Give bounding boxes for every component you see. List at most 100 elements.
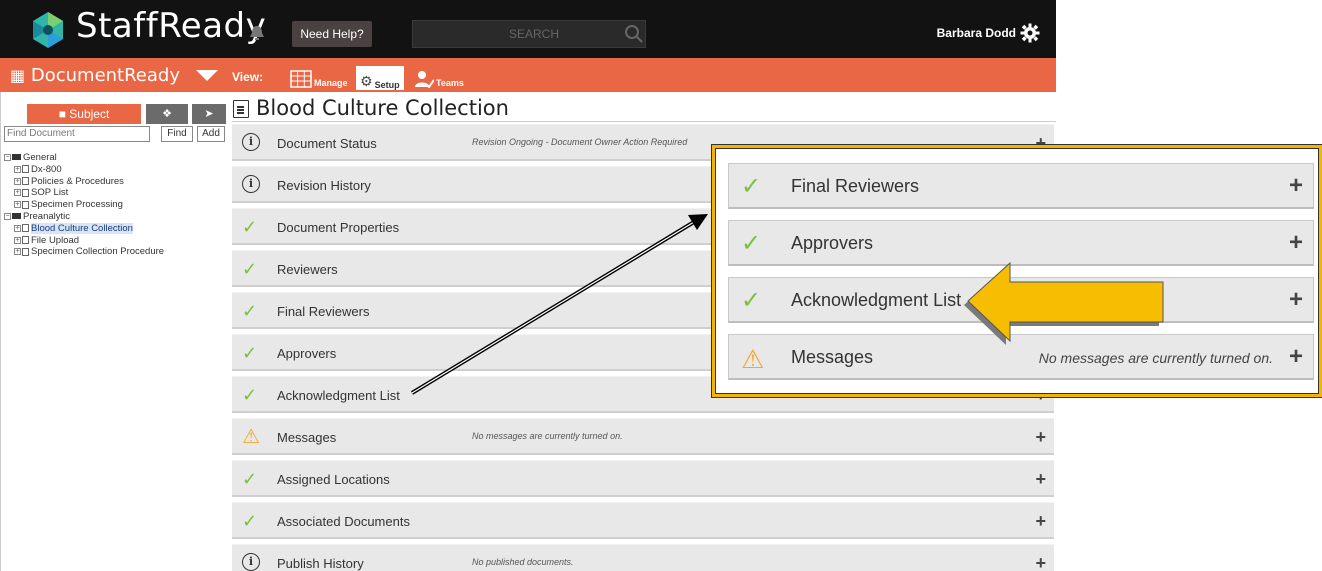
zoom-row-label: Approvers xyxy=(791,233,874,253)
section-label: Final Reviewers xyxy=(277,304,370,319)
expand-icon[interactable]: + xyxy=(14,165,21,173)
view-teams[interactable]: Teams xyxy=(414,68,464,88)
user-name[interactable]: Barbara Dodd xyxy=(937,26,1016,40)
section-associated-documents[interactable]: ✓ Associated Documents + xyxy=(232,502,1054,539)
section-label: Acknowledgment List xyxy=(277,388,400,403)
zoom-row-acknowledgment-list: ✓ Acknowledgment List + xyxy=(728,277,1314,323)
document-icon xyxy=(22,200,29,209)
page-title: Blood Culture Collection xyxy=(256,96,509,120)
section-label: Approvers xyxy=(277,346,337,361)
check-icon: ✓ xyxy=(741,287,762,314)
section-messages[interactable]: ⚠ Messages No messages are currently tur… xyxy=(232,418,1054,455)
info-icon: i xyxy=(242,553,260,571)
zoom-row-final-reviewers: ✓ Final Reviewers + xyxy=(728,163,1314,209)
top-bar: StaffReady Need Help? SEARCH Barbara Dod… xyxy=(0,0,1056,58)
expand-plus-icon[interactable]: + xyxy=(1035,427,1046,448)
check-icon: ✓ xyxy=(242,301,258,321)
zoom-row-approvers: ✓ Approvers + xyxy=(728,220,1314,266)
expand-plus-icon: + xyxy=(1288,343,1303,370)
tag-button[interactable]: ❖ xyxy=(146,104,188,124)
check-icon: ✓ xyxy=(242,259,258,279)
tree-folder[interactable]: − Preanalytic xyxy=(4,211,164,223)
view-teams-label: Teams xyxy=(436,78,464,88)
document-tree: − General + Dx-800 + Policies & Procedures … xyxy=(4,152,164,258)
document-icon xyxy=(22,188,29,197)
document-icon xyxy=(22,224,29,233)
section-label: Document Properties xyxy=(277,220,400,235)
section-label: Messages xyxy=(277,430,337,445)
module-bar: ▦ DocumentReady View: Manage ⚙ Setup Tea… xyxy=(0,58,1056,92)
staffready-logo-icon[interactable] xyxy=(28,10,68,50)
check-icon: ✓ xyxy=(242,511,258,531)
tree-item[interactable]: + Specimen Processing xyxy=(4,199,164,211)
search-icon[interactable] xyxy=(624,24,644,44)
gear-icon[interactable] xyxy=(1020,23,1040,43)
navigate-button[interactable]: ➤ xyxy=(192,104,226,124)
expand-icon[interactable]: + xyxy=(14,177,21,185)
find-document-input[interactable]: Find Document xyxy=(4,126,150,142)
view-setup[interactable]: ⚙ Setup xyxy=(356,66,404,90)
expand-plus-icon[interactable]: + xyxy=(1035,469,1046,490)
section-note: No published documents. xyxy=(472,557,574,567)
check-icon: ✓ xyxy=(242,385,258,405)
grid-icon: ▦ xyxy=(10,66,26,85)
need-help-button[interactable]: Need Help? xyxy=(292,21,372,47)
section-label: Assigned Locations xyxy=(277,472,390,487)
module-name: DocumentReady xyxy=(30,65,180,86)
collapse-icon[interactable]: − xyxy=(4,153,11,161)
section-publish-history[interactable]: i Publish History No published documents… xyxy=(232,544,1054,571)
document-icon xyxy=(22,177,29,186)
warning-icon: ⚠ xyxy=(242,426,260,448)
expand-icon[interactable]: + xyxy=(14,201,21,209)
tree-item-selected[interactable]: + Blood Culture Collection xyxy=(4,222,164,235)
expand-plus-icon[interactable]: + xyxy=(1035,553,1046,571)
tree-item[interactable]: + Specimen Collection Procedure xyxy=(4,246,164,258)
check-icon: ✓ xyxy=(242,217,258,237)
view-manage-label: Manage xyxy=(314,78,348,88)
tree-folder[interactable]: − General xyxy=(4,152,164,164)
expand-icon[interactable]: + xyxy=(14,236,21,244)
module-selector[interactable]: ▦ DocumentReady xyxy=(10,65,180,86)
add-button[interactable]: Add xyxy=(197,126,225,142)
tree-item[interactable]: + SOP List xyxy=(4,187,164,199)
zoom-row-label: Acknowledgment List xyxy=(791,290,962,310)
document-icon xyxy=(22,236,29,245)
table-icon xyxy=(290,70,312,88)
document-sidebar: ■ Subject ❖ ➤ Find Document Find Add − Ge… xyxy=(0,92,226,571)
folder-icon xyxy=(12,154,21,161)
users-icon xyxy=(415,71,434,88)
divider xyxy=(232,121,1056,122)
expand-plus-icon[interactable]: + xyxy=(1035,511,1046,532)
find-button[interactable]: Find xyxy=(161,126,193,142)
expand-icon[interactable]: + xyxy=(14,189,21,197)
location-arrow-icon: ➤ xyxy=(204,108,214,120)
view-manage[interactable]: Manage xyxy=(290,68,348,88)
subject-button[interactable]: ■ Subject xyxy=(27,104,141,124)
bell-icon[interactable] xyxy=(248,24,266,42)
view-setup-label: Setup xyxy=(374,80,400,90)
zoom-callout: ✓ Final Reviewers + ✓ Approvers + ✓ Ackn… xyxy=(712,145,1322,397)
tag-icon: ❖ xyxy=(162,108,172,120)
document-icon xyxy=(233,100,249,118)
section-label: Reviewers xyxy=(277,262,338,277)
tree-item[interactable]: + Dx-800 xyxy=(4,164,164,176)
expand-plus-icon: + xyxy=(1288,172,1303,199)
check-icon: ✓ xyxy=(242,469,258,489)
section-label: Document Status xyxy=(277,136,377,151)
zoom-row-messages: ⚠ Messages No messages are currently tur… xyxy=(728,334,1314,380)
tree-item[interactable]: + Policies & Procedures xyxy=(4,176,164,188)
section-assigned-locations[interactable]: ✓ Assigned Locations + xyxy=(232,460,1054,497)
section-note: Revision Ongoing - Document Owner Action… xyxy=(472,137,688,147)
section-label: Revision History xyxy=(277,178,371,193)
collapse-icon[interactable]: − xyxy=(4,212,11,220)
gears-icon: ⚙ xyxy=(360,73,373,89)
chevron-down-icon[interactable] xyxy=(196,70,218,81)
zoom-row-label: Final Reviewers xyxy=(791,176,920,196)
expand-icon[interactable]: + xyxy=(14,248,21,256)
check-icon: ✓ xyxy=(741,173,762,200)
expand-icon[interactable]: + xyxy=(14,224,21,232)
search-input[interactable]: SEARCH xyxy=(412,20,646,48)
section-note: No messages are currently turned on. xyxy=(472,431,623,441)
expand-plus-icon: + xyxy=(1288,229,1303,256)
tree-item[interactable]: + File Upload xyxy=(4,235,164,247)
